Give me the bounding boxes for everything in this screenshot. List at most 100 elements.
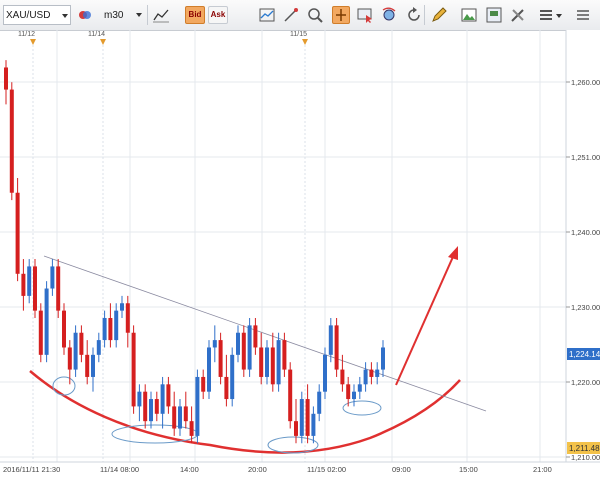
candle-body — [311, 413, 316, 436]
date-flag-label: 11/12 — [18, 31, 35, 38]
candle-body — [143, 391, 148, 422]
candle-body — [363, 369, 368, 385]
candle-body — [195, 376, 200, 436]
settings-icon[interactable] — [574, 6, 592, 24]
price-tick-label: 1,230.00 — [571, 303, 600, 312]
candle-body — [236, 332, 240, 355]
candle-body — [207, 347, 211, 392]
candle-body — [114, 310, 119, 341]
candle-body — [4, 67, 8, 90]
candle-body — [38, 310, 43, 355]
chart-toolbar: XAU/USD m30 Bid Ask — [0, 0, 600, 31]
candle-body — [160, 384, 165, 414]
candle-body — [230, 354, 235, 400]
candle-body — [282, 340, 287, 370]
refresh-icon[interactable] — [405, 6, 423, 24]
separator — [424, 5, 425, 25]
candle-body — [247, 325, 252, 370]
candle-body — [201, 376, 206, 392]
candle-body — [334, 325, 339, 370]
candle-body — [102, 318, 107, 341]
save-image-icon[interactable] — [485, 6, 503, 24]
time-tick-label: 11/15 02:00 — [307, 465, 346, 474]
time-tick-label: 21:00 — [533, 465, 552, 474]
candle-body — [67, 347, 72, 370]
tools-icon[interactable] — [509, 6, 527, 24]
candle-body — [189, 421, 194, 436]
candle-body — [125, 303, 130, 333]
chart-type-icon[interactable] — [152, 6, 170, 24]
indicators-icon[interactable] — [258, 6, 276, 24]
low-price-label: 1,211.48 — [569, 444, 600, 453]
pencil-icon[interactable] — [430, 6, 448, 24]
rounding-bottom-curve — [29, 370, 461, 454]
timeframe-select[interactable]: m30 — [104, 5, 144, 25]
timeframe-label: m30 — [104, 9, 124, 21]
chevron-down-icon[interactable] — [556, 14, 562, 18]
candle-body — [73, 332, 78, 370]
date-flag-marker — [30, 39, 36, 45]
candle-body — [323, 354, 327, 392]
candle-body — [154, 399, 159, 414]
candle-body — [178, 406, 182, 429]
separator — [147, 5, 148, 25]
candle-body — [340, 369, 345, 385]
time-tick-label: 20:00 — [248, 465, 267, 474]
candle-body — [212, 340, 217, 348]
highlight-ellipse — [267, 436, 319, 454]
compare-icon[interactable] — [76, 6, 94, 24]
picture-icon[interactable] — [460, 6, 478, 24]
crosshair-icon[interactable] — [332, 6, 350, 24]
candle-body — [328, 325, 333, 355]
price-chart[interactable]: 11/12 11/14 11/15 1,260.00 1,251.00 1,240.00… — [0, 30, 600, 492]
zoom-icon[interactable] — [306, 6, 324, 24]
ask-button[interactable]: Ask — [208, 6, 228, 24]
time-tick-label: 11/14 08:00 — [100, 465, 139, 474]
candle-body — [276, 340, 281, 385]
date-flag-label: 11/14 — [88, 31, 105, 38]
candle-body — [79, 332, 84, 355]
candle-body — [253, 325, 258, 348]
candle-body — [299, 399, 304, 436]
draw-tool-icon[interactable] — [282, 6, 300, 24]
symbol-select[interactable]: XAU/USD — [3, 5, 71, 25]
candle-body — [183, 406, 188, 422]
candle-body — [56, 266, 61, 311]
candle-body — [120, 303, 124, 311]
current-price-label: 1,224.14 — [569, 350, 600, 359]
candle-body — [50, 266, 55, 289]
price-tick-label: 1,210.00 — [571, 453, 600, 462]
menu-icon[interactable] — [538, 6, 556, 24]
price-axis-panel — [566, 30, 600, 462]
time-tick-label: 15:00 — [459, 465, 478, 474]
price-tick-label: 1,251.00 — [571, 153, 600, 162]
candle-body — [317, 391, 322, 414]
candle-body — [241, 332, 246, 370]
candle-body — [294, 421, 298, 436]
candle-body — [44, 288, 49, 355]
satellite-icon[interactable] — [380, 6, 398, 24]
grid-lines — [0, 30, 566, 462]
date-flag-label: 11/15 — [290, 31, 307, 38]
candle-body — [137, 391, 142, 407]
cursor-icon[interactable] — [356, 6, 374, 24]
candle-body — [172, 406, 177, 429]
candle-body — [270, 347, 275, 385]
candle-body — [224, 376, 229, 400]
candle-body — [288, 369, 293, 422]
candle-body — [21, 273, 26, 296]
candle-body — [91, 354, 95, 377]
bid-button[interactable]: Bid — [185, 6, 205, 24]
chevron-down-icon — [62, 14, 68, 18]
date-flag-marker — [100, 39, 106, 45]
projection-arrow — [395, 246, 458, 386]
time-tick-label: 14:00 — [180, 465, 199, 474]
chevron-down-icon — [136, 13, 142, 17]
date-flag-marker — [302, 39, 308, 45]
candle-body — [346, 384, 351, 400]
candle-body — [352, 391, 356, 400]
highlight-ellipse — [52, 376, 76, 396]
price-tick-label: 1,260.00 — [571, 78, 600, 87]
candle-body — [265, 347, 269, 377]
candle-body — [218, 340, 223, 377]
